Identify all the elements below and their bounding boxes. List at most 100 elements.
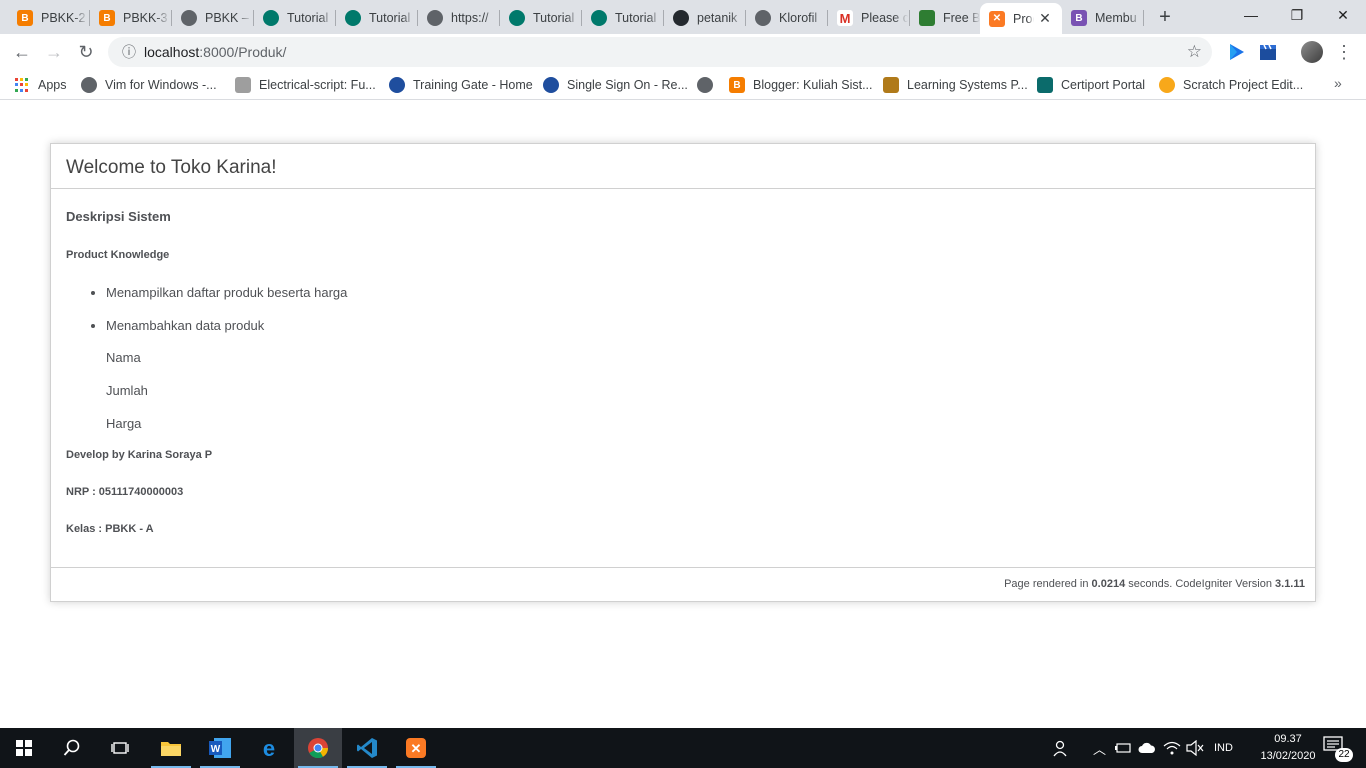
tab[interactable]: https:// — [418, 4, 498, 32]
tray-chevron-up-icon[interactable]: ︿ — [1093, 728, 1106, 768]
tab[interactable]: Klorofil — [746, 4, 826, 32]
folder-icon[interactable] — [147, 728, 195, 768]
back-button[interactable]: ← — [8, 38, 36, 66]
close-tab-icon[interactable]: ✕ — [1034, 10, 1056, 27]
tab-active[interactable]: ✕ Prod ✕ — [980, 3, 1062, 34]
bookmark-label: Scratch Project Edit... — [1183, 78, 1304, 92]
close-window-button[interactable]: ✕ — [1320, 0, 1366, 32]
blogger-icon: B — [729, 77, 745, 93]
bookmark-apps[interactable]: Apps — [15, 75, 67, 95]
reload-button[interactable]: ↻ — [72, 38, 100, 66]
maximize-button[interactable]: ❐ — [1274, 0, 1320, 32]
clock-time: 09.37 — [1274, 733, 1302, 745]
footer-prefix: Page rendered in — [1004, 578, 1092, 590]
wifi-icon[interactable] — [1163, 728, 1181, 768]
tab[interactable]: Tutorial — [336, 4, 416, 32]
vscode-icon[interactable] — [343, 728, 391, 768]
bookmark-item[interactable]: Training Gate - Home — [389, 75, 533, 95]
edge-icon[interactable]: e — [245, 728, 293, 768]
chrome-icon[interactable] — [294, 728, 342, 768]
xampp-icon[interactable]: ✕ — [392, 728, 440, 768]
tab[interactable]: Tutorial — [582, 4, 662, 32]
globe-icon — [755, 10, 771, 26]
bookmark-item[interactable]: Certiport Portal — [1037, 75, 1145, 95]
new-tab-button[interactable]: + — [1154, 6, 1176, 28]
bookmark-label: Apps — [38, 78, 67, 92]
bookmarks-overflow-icon[interactable]: » — [1334, 75, 1342, 91]
tab[interactable]: Tutorial — [254, 4, 334, 32]
language-indicator[interactable]: IND — [1214, 728, 1233, 768]
tab-title: Please c — [861, 11, 908, 25]
tab-title: https:// — [451, 11, 489, 25]
blogger-icon: B — [17, 10, 33, 26]
search-icon[interactable] — [48, 728, 96, 768]
windows-start-icon[interactable] — [0, 728, 48, 768]
minimize-button[interactable]: — — [1228, 0, 1274, 32]
bookmark-label: Certiport Portal — [1061, 78, 1146, 92]
bookmark-item[interactable]: Single Sign On - Re... — [543, 75, 688, 95]
browser-menu-icon[interactable]: ⋮ — [1335, 38, 1353, 66]
tab[interactable]: Tutorial — [500, 4, 580, 32]
tab-title: Tutorial — [615, 11, 657, 25]
tab-title: PBKK – — [205, 11, 249, 25]
apps-grid-icon — [15, 78, 29, 92]
notification-count-badge: 22 — [1335, 748, 1353, 762]
tab[interactable]: B PBKK-2 — [8, 4, 88, 32]
clock-date: 13/02/2020 — [1260, 750, 1316, 762]
people-icon[interactable] — [1052, 728, 1070, 768]
bookmarks-bar: Apps Vim for Windows -... Electrical-scr… — [0, 70, 1366, 100]
subheading: Product Knowledge — [66, 249, 170, 261]
tab[interactable]: petanik — [664, 4, 744, 32]
nrp-info: NRP : 05111740000003 — [66, 486, 184, 498]
kelas-info: Kelas : PBKK - A — [66, 523, 154, 535]
taskbar-clock[interactable]: 09.37 13/02/2020 — [1258, 731, 1318, 765]
globe-icon — [181, 10, 197, 26]
address-url[interactable]: localhost:8000/Produk/ — [144, 44, 286, 60]
notifications-icon[interactable]: 22 — [1323, 736, 1353, 762]
bookmark-item[interactable]: B Blogger: Kuliah Sist... — [729, 75, 873, 95]
globe-icon — [81, 77, 97, 93]
field-jumlah: Jumlah — [106, 383, 148, 398]
bookmark-label: Electrical-script: Fu... — [259, 78, 376, 92]
document-icon — [235, 77, 251, 93]
tab-title: PBKK-3 — [123, 11, 168, 25]
bookmark-item[interactable]: Vim for Windows -... — [81, 75, 217, 95]
cloud-icon[interactable] — [1138, 728, 1156, 768]
address-bar[interactable]: ⓘ localhost:8000/Produk/ ☆ — [108, 37, 1212, 67]
page-title: Welcome to Toko Karina! — [51, 144, 1315, 189]
bookmark-item[interactable] — [697, 75, 721, 95]
play-extension-icon[interactable] — [1226, 42, 1246, 62]
windows-taskbar: W e ✕ ︿ IND 09.37 13/02/2020 22 — [0, 728, 1366, 768]
bookmark-item[interactable]: Scratch Project Edit... — [1159, 75, 1303, 95]
bookmark-star-icon[interactable]: ☆ — [1187, 42, 1202, 62]
tab-strip: B PBKK-2 B PBKK-3 PBKK – Tutorial Tutori… — [0, 0, 1366, 34]
profile-avatar[interactable] — [1301, 41, 1323, 63]
tab[interactable]: PBKK – — [172, 4, 252, 32]
site-info-icon[interactable]: ⓘ — [114, 42, 144, 62]
bookmark-label: Blogger: Kuliah Sist... — [753, 78, 873, 92]
ci-version: 3.1.11 — [1275, 578, 1305, 590]
tab[interactable]: B Membu — [1062, 4, 1142, 32]
tab[interactable]: Free Bo — [910, 4, 980, 32]
url-path: :8000/Produk/ — [199, 44, 287, 60]
bookmark-label: Learning Systems P... — [907, 78, 1028, 92]
tab[interactable]: B PBKK-3 — [90, 4, 170, 32]
battery-icon[interactable] — [1114, 728, 1132, 768]
word-icon[interactable]: W — [196, 728, 244, 768]
forward-button[interactable]: → — [40, 38, 68, 66]
volume-muted-icon[interactable] — [1186, 728, 1204, 768]
learning-systems-icon — [883, 77, 899, 93]
tab-title: Prod — [1013, 11, 1034, 26]
teal-circle-icon — [591, 10, 607, 26]
bookmark-item[interactable]: Learning Systems P... — [883, 75, 1028, 95]
svg-text:✕: ✕ — [411, 741, 422, 756]
clapperboard-extension-icon[interactable] — [1258, 42, 1278, 62]
task-view-icon[interactable] — [96, 728, 144, 768]
field-name: Nama — [106, 350, 141, 365]
blogger-icon: B — [99, 10, 115, 26]
certiport-icon — [1037, 77, 1053, 93]
globe-icon — [427, 10, 443, 26]
bookmark-item[interactable]: Electrical-script: Fu... — [235, 75, 376, 95]
tab[interactable]: M Please c — [828, 4, 908, 32]
svg-text:e: e — [263, 737, 275, 759]
